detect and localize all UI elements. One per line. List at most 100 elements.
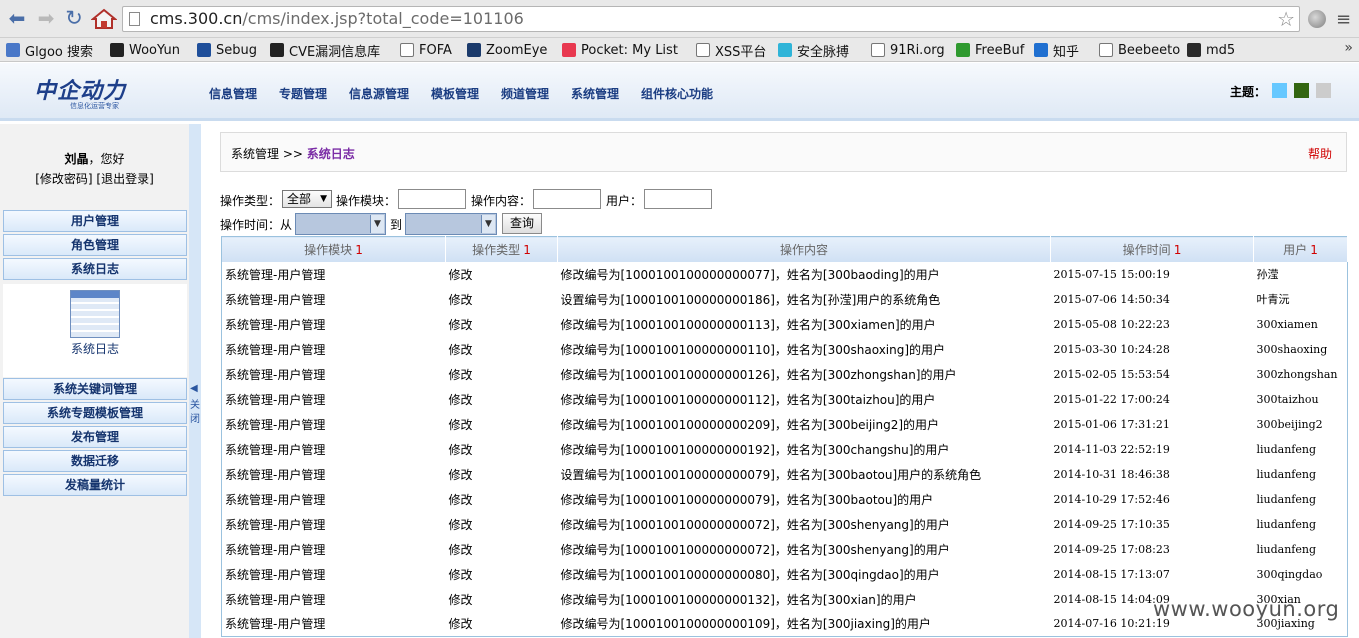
sidebar-item-role-management[interactable]: 角色管理	[3, 234, 187, 256]
nav-info-source-management[interactable]: 信息源管理	[349, 85, 409, 102]
sidebar-item-publish-management[interactable]: 发布管理	[3, 426, 187, 448]
nav-channel-management[interactable]: 频道管理	[501, 85, 549, 102]
column-header[interactable]: 操作类型 1	[445, 236, 558, 262]
sidebar-item-submission-stats[interactable]: 发稿量统计	[3, 474, 187, 496]
cell-user: 300xiamen	[1256, 317, 1318, 331]
bookmark-3[interactable]: CVE漏洞信息库	[270, 41, 381, 60]
cell-content: 修改编号为[1000100100000000077]，姓名为[300baodin…	[560, 267, 940, 282]
bookmark-label: CVE漏洞信息库	[289, 44, 381, 60]
bookmark-label: FreeBuf	[975, 42, 1025, 58]
page-icon	[129, 12, 140, 26]
time-from-select[interactable]: ▼	[295, 213, 386, 235]
nav-component-core-management[interactable]: 组件核心功能	[641, 85, 713, 102]
time-to-select[interactable]: ▼	[405, 213, 497, 235]
bookmark-label: Glgoo 搜索	[25, 44, 93, 60]
bookmark-7[interactable]: XSS平台	[696, 41, 767, 60]
sidebar-item-user-management[interactable]: 用户管理	[3, 210, 187, 232]
cell-content: 修改编号为[1000100100000000126]，姓名为[300zhongs…	[560, 367, 957, 382]
system-log-panel: 系统日志	[3, 284, 187, 377]
pocket-icon	[562, 43, 576, 57]
column-header[interactable]: 用户 1	[1253, 236, 1348, 262]
page-icon	[400, 43, 414, 57]
cell-type: 修改	[448, 492, 473, 507]
operation-content-input[interactable]	[533, 189, 601, 209]
bookmark-9[interactable]: 91Ri.org	[871, 41, 945, 59]
cell-content: 修改编号为[1000100100000000209]，姓名为[300beijin…	[560, 417, 940, 432]
nav-system-management[interactable]: 系统管理	[571, 85, 619, 102]
cell-module: 系统管理-用户管理	[225, 417, 326, 432]
chevron-down-icon: ▼	[481, 215, 495, 233]
cell-type: 修改	[448, 467, 473, 482]
sidebar-item-data-migration[interactable]: 数据迁移	[3, 450, 187, 472]
globe-icon[interactable]	[1308, 10, 1326, 28]
bookmark-0[interactable]: Glgoo 搜索	[6, 41, 93, 60]
sidebar-item-system-log[interactable]: 系统日志	[3, 258, 187, 280]
logo-sub-text: 信息化运营专家	[70, 102, 119, 110]
bookmark-11[interactable]: 知乎	[1034, 41, 1079, 60]
cell-module: 系统管理-用户管理	[225, 567, 326, 582]
cell-type: 修改	[448, 392, 473, 407]
bookmark-label: XSS平台	[715, 44, 767, 60]
help-link[interactable]: 帮助	[1308, 145, 1332, 162]
bookmark-label: FOFA	[419, 42, 452, 58]
bookmark-10[interactable]: FreeBuf	[956, 41, 1024, 59]
collapse-label[interactable]: 关闭	[190, 399, 200, 427]
cell-type: 修改	[448, 617, 473, 632]
bookmark-5[interactable]: ZoomEye	[467, 41, 547, 59]
nav-info-management[interactable]: 信息管理	[209, 85, 257, 102]
sort-indicator[interactable]: 1	[1174, 243, 1182, 257]
bookmark-8[interactable]: 安全脉搏	[778, 41, 849, 60]
user-filter-input[interactable]	[644, 189, 712, 209]
collapse-arrow-icon[interactable]: ◀	[190, 383, 198, 394]
search-icon	[6, 43, 20, 57]
address-bar[interactable]: cms.300.cn/cms/index.jsp?total_code=1011…	[122, 6, 1300, 32]
system-log-icon[interactable]	[70, 290, 120, 338]
cell-module: 系统管理-用户管理	[225, 592, 326, 607]
user-greeting: 刘晶，您好	[0, 150, 189, 167]
bookmark-1[interactable]: WooYun	[110, 41, 180, 59]
home-icon[interactable]	[90, 8, 118, 30]
url-text[interactable]: cms.300.cn/cms/index.jsp?total_code=1011…	[150, 9, 524, 28]
system-log-icon-label[interactable]: 系统日志	[3, 340, 187, 357]
operation-type-select[interactable]: 全部 ▼	[282, 190, 332, 208]
column-header[interactable]: 操作模块 1	[221, 236, 446, 262]
sort-indicator[interactable]: 1	[355, 243, 363, 257]
nav-topic-management[interactable]: 专题管理	[279, 85, 327, 102]
reload-icon[interactable]: ↻	[63, 8, 85, 30]
table-row: 系统管理-用户管理 修改 修改编号为[1000100100000000072]，姓名…	[222, 512, 1348, 537]
theme-swatch-green[interactable]	[1294, 83, 1309, 98]
theme-swatch-blue[interactable]	[1272, 83, 1287, 98]
sidebar-item-keyword-management[interactable]: 系统关键词管理	[3, 378, 187, 400]
column-header[interactable]: 操作内容	[557, 236, 1051, 262]
sidebar: 刘晶，您好 [修改密码] [退出登录] 用户管理 角色管理 系统日志 系统日志 …	[0, 124, 189, 638]
forward-arrow-icon[interactable]: ➡	[35, 8, 57, 30]
bookmark-6[interactable]: Pocket: My List	[562, 41, 678, 59]
bookmark-12[interactable]: Beebeeto	[1099, 41, 1180, 59]
table-row: 系统管理-用户管理 修改 修改编号为[1000100100000000110]，姓名…	[222, 337, 1348, 362]
bookmark-2[interactable]: Sebug	[197, 41, 257, 59]
sort-indicator[interactable]: 1	[523, 243, 531, 257]
menu-icon[interactable]: ≡	[1336, 9, 1351, 30]
logout-link[interactable]: [退出登录]	[96, 172, 153, 186]
sort-indicator[interactable]: 1	[1310, 243, 1318, 257]
operation-module-input[interactable]	[398, 189, 466, 209]
nav-template-management[interactable]: 模板管理	[431, 85, 479, 102]
bookmark-star-icon[interactable]: ☆	[1277, 7, 1295, 31]
change-password-link[interactable]: [修改密码]	[35, 172, 92, 186]
query-button[interactable]: 查询	[502, 213, 542, 234]
bookmark-13[interactable]: md5	[1187, 41, 1235, 59]
theme-swatch-gray[interactable]	[1316, 83, 1331, 98]
bookmarks-more-button[interactable]: »	[1344, 40, 1353, 56]
sidebar-collapse-bar[interactable]: ◀ 关闭	[189, 124, 201, 638]
log-table: 操作模块 1 操作类型 1 操作内容 操作时间 1 用户 1 系统管理-用户管理 修改 修改编号为[…	[221, 236, 1348, 637]
cell-type: 修改	[448, 417, 473, 432]
column-header[interactable]: 操作时间 1	[1050, 236, 1254, 262]
back-arrow-icon[interactable]: ⬅	[6, 8, 28, 30]
sidebar-item-topic-template-management[interactable]: 系统专题模板管理	[3, 402, 187, 424]
cell-module: 系统管理-用户管理	[225, 442, 326, 457]
bookmark-4[interactable]: FOFA	[400, 41, 452, 59]
cell-type: 修改	[448, 267, 473, 282]
cell-type: 修改	[448, 442, 473, 457]
logo[interactable]: 中企动力 信息化运营专家	[34, 73, 144, 113]
account-links: [修改密码] [退出登录]	[0, 170, 189, 187]
